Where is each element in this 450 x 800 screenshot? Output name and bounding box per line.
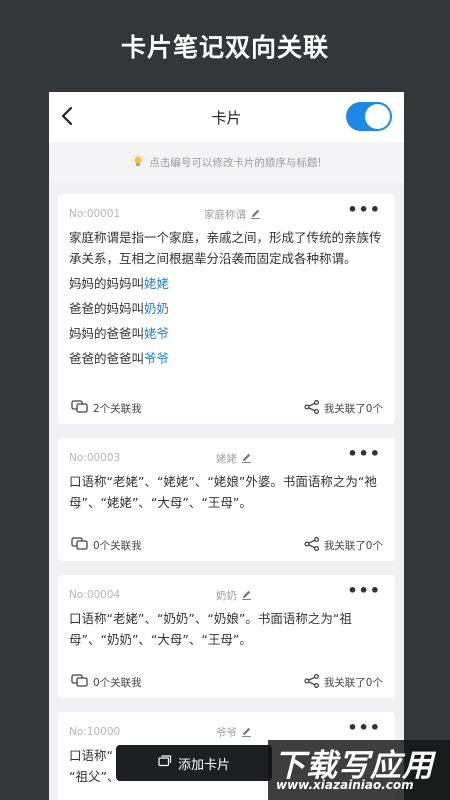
links-button[interactable]: 我关联了0个 xyxy=(304,536,383,554)
toggle-switch[interactable] xyxy=(346,102,392,131)
links-count: 我关联了0个 xyxy=(323,677,383,689)
add-card-button[interactable]: 添加卡片 xyxy=(116,745,272,781)
kinship-link[interactable]: 奶奶 xyxy=(144,301,169,316)
edit-pencil-icon xyxy=(246,208,261,222)
toggle-knob xyxy=(365,104,390,129)
kinship-link[interactable]: 爷爷 xyxy=(144,351,169,366)
card-title[interactable]: 奶奶 xyxy=(216,588,252,603)
link-cards-icon xyxy=(71,674,93,690)
card-footer: 0个关联我 我关联了0个 xyxy=(58,666,395,698)
nav-bar: 卡片 xyxy=(49,92,404,142)
linked-by-button[interactable]: 2个关联我 xyxy=(71,400,142,416)
lightbulb-icon xyxy=(131,154,149,171)
edit-pencil-icon xyxy=(237,589,252,603)
card-title[interactable]: 姥姥 xyxy=(216,451,252,466)
kinship-prefix: 妈妈的妈妈叫 xyxy=(69,276,145,291)
kinship-line: 爸爸的爸爸叫爷爷 xyxy=(69,348,384,369)
card-title-text: 爷爷 xyxy=(216,727,237,739)
link-cards-icon xyxy=(71,537,93,553)
note-card[interactable]: No:00004 奶奶 ••• 口语称“老姥”、“奶奶”、“奶娘”。书面语称之为… xyxy=(58,575,395,698)
kinship-prefix: 爸爸的爸爸叫 xyxy=(69,351,145,366)
links-button[interactable]: 我关联了0个 xyxy=(304,673,383,691)
card-content: 口语称“老姥”、“奶奶”、“奶娘”。书面语称之为“祖母”、“奶奶”、“大母”、“… xyxy=(58,601,395,650)
card-number[interactable]: No:00004 xyxy=(69,589,120,601)
card-content: 家庭称谓是指一个家庭，亲戚之间，形成了传统的亲族传承关系，互相之间根据辈分沿袭而… xyxy=(58,220,395,369)
card-footer: 0个关联我 我关联了0个 xyxy=(58,529,395,561)
share-nodes-icon xyxy=(304,399,324,417)
note-card[interactable]: No:00003 姥姥 ••• 口语称“老姥”、“姥姥”、“姥娘”外婆。书面语称… xyxy=(58,438,395,561)
more-dots-icon[interactable]: ••• xyxy=(347,202,381,218)
tip-banner: 点击编号可以修改卡片的顺序与标题! xyxy=(49,142,404,182)
kinship-link[interactable]: 姥姥 xyxy=(144,276,169,291)
more-dots-icon[interactable]: ••• xyxy=(347,583,381,599)
app-screen: 卡片 点击编号可以修改卡片的顺序与标题! No:00001 家庭称谓 ••• 家… xyxy=(49,92,404,800)
linked-by-button[interactable]: 0个关联我 xyxy=(71,674,142,690)
card-footer: 2个关联我 我关联了0个 xyxy=(58,392,395,424)
page-headline: 卡片笔记双向关联 xyxy=(120,33,329,62)
card-title[interactable]: 家庭称谓 xyxy=(204,207,261,222)
card-content: 口语称“老姥”、“姥姥”、“姥娘”外婆。书面语称之为“祂母”、“姥姥”、“大母”… xyxy=(58,464,395,513)
kinship-prefix: 爸爸的妈妈叫 xyxy=(69,301,145,316)
card-number[interactable]: No:00003 xyxy=(69,452,120,464)
link-cards-icon xyxy=(71,400,93,416)
kinship-line: 妈妈的妈妈叫姥姥 xyxy=(69,273,384,294)
links-button[interactable]: 我关联了0个 xyxy=(304,399,383,417)
card-title-text: 姥姥 xyxy=(216,453,237,465)
card-title[interactable]: 爷爷 xyxy=(216,725,252,740)
card-header: No:00003 姥姥 ••• xyxy=(58,438,395,466)
share-nodes-icon xyxy=(304,536,324,554)
card-title-text: 奶奶 xyxy=(216,590,237,602)
kinship-link[interactable]: 姥爷 xyxy=(144,326,169,341)
card-header: No:00001 家庭称谓 ••• xyxy=(58,194,395,222)
note-card[interactable]: No:00001 家庭称谓 ••• 家庭称谓是指一个家庭，亲戚之间，形成了传统的… xyxy=(58,194,395,424)
more-dots-icon[interactable]: ••• xyxy=(347,446,381,462)
linked-by-count: 2个关联我 xyxy=(93,402,142,415)
watermark-url: www.xiazainiao.com xyxy=(276,778,414,792)
linked-by-count: 0个关联我 xyxy=(93,676,142,689)
linked-by-count: 0个关联我 xyxy=(93,539,142,552)
card-header: No:00004 奶奶 ••• xyxy=(58,575,395,603)
card-text: 家庭称谓是指一个家庭，亲戚之间，形成了传统的亲族传承关系，互相之间根据辈分沿袭而… xyxy=(69,230,382,266)
edit-pencil-icon xyxy=(237,452,252,466)
card-header: No:10000 爷爷 ••• xyxy=(58,712,395,740)
card-number[interactable]: No:10000 xyxy=(69,726,120,738)
kinship-prefix: 妈妈的爸爸叫 xyxy=(69,326,145,341)
edit-pencil-icon xyxy=(237,726,252,740)
card-title-text: 家庭称谓 xyxy=(204,209,246,221)
watermark-logo: 下载写应用 www.xiazainiao.com xyxy=(268,740,450,800)
links-count: 我关联了0个 xyxy=(323,403,383,415)
share-nodes-icon xyxy=(304,673,324,691)
linked-by-button[interactable]: 0个关联我 xyxy=(71,537,142,553)
links-count: 我关联了0个 xyxy=(323,540,383,552)
kinship-line: 妈妈的爸爸叫姥爷 xyxy=(69,323,384,344)
card-number[interactable]: No:00001 xyxy=(69,208,120,220)
add-card-label: 添加卡片 xyxy=(177,757,230,773)
card-text: 口语称“老姥”、“姥姥”、“姥娘”外婆。书面语称之为“祂母”、“姥姥”、“大母”… xyxy=(69,474,377,510)
card-text: 口语称“老姥”、“奶奶”、“奶娘”。书面语称之为“祖母”、“奶奶”、“大母”、“… xyxy=(69,611,352,647)
more-dots-icon[interactable]: ••• xyxy=(347,720,381,736)
card-add-icon xyxy=(158,755,178,771)
tip-text: 点击编号可以修改卡片的顺序与标题! xyxy=(149,156,322,169)
kinship-line: 爸爸的妈妈叫奶奶 xyxy=(69,298,384,319)
